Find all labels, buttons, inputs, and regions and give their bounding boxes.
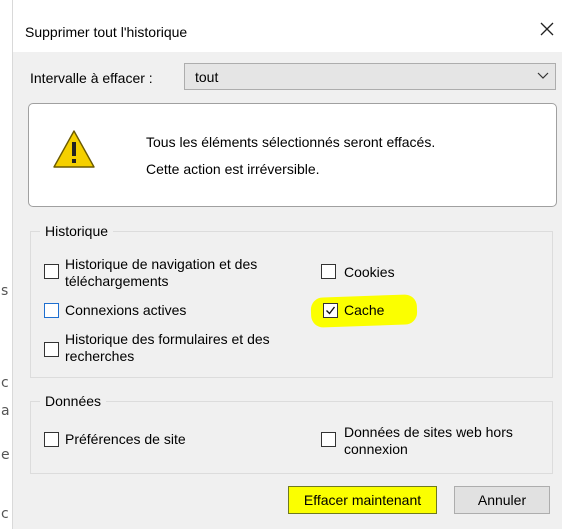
background-window-edge: s c a e c — [0, 0, 13, 529]
dialog-titlebar: Supprimer tout l'historique — [13, 0, 562, 52]
form-history-checkbox[interactable] — [44, 342, 59, 357]
offline-website-data-checkbox[interactable] — [321, 432, 336, 447]
offline-website-data-label[interactable]: Données de sites web hors connexion — [344, 424, 513, 458]
cookies-label[interactable]: Cookies — [344, 264, 395, 281]
interval-select[interactable]: tout — [184, 63, 556, 90]
background-glyph: c — [1, 506, 9, 522]
checkmark-icon — [326, 306, 336, 315]
warning-text-line2: Cette action est irréversible. — [146, 161, 320, 177]
cancel-button[interactable]: Annuler — [454, 486, 550, 514]
active-connections-label[interactable]: Connexions actives — [65, 302, 186, 319]
background-glyph: a — [1, 403, 10, 419]
form-history-label[interactable]: Historique des formulaires et des recher… — [65, 331, 270, 365]
form-history-label-line1: Historique des formulaires et des — [65, 331, 270, 347]
browsing-history-label-line2: téléchargements — [65, 273, 169, 289]
background-glyph: s — [1, 283, 9, 299]
background-glyph: c — [1, 375, 9, 391]
dialog-title: Supprimer tout l'historique — [25, 24, 188, 40]
close-icon — [540, 22, 554, 36]
clear-history-dialog: Supprimer tout l'historique Intervalle à… — [13, 0, 562, 529]
historique-legend: Historique — [40, 223, 114, 239]
close-button[interactable] — [532, 14, 562, 44]
donnees-legend: Données — [40, 393, 107, 409]
cookies-checkbox[interactable] — [321, 264, 336, 279]
clear-now-button[interactable]: Effacer maintenant — [288, 486, 437, 514]
warning-icon — [53, 130, 95, 168]
cache-checkbox[interactable] — [323, 303, 338, 318]
site-preferences-label[interactable]: Préférences de site — [65, 431, 186, 448]
browsing-history-checkbox[interactable] — [44, 264, 59, 279]
interval-select-value: tout — [195, 69, 219, 85]
browsing-history-label-line1: Historique de navigation et des — [65, 256, 258, 272]
offline-website-data-label-line2: connexion — [344, 441, 408, 457]
site-preferences-checkbox[interactable] — [44, 432, 59, 447]
offline-website-data-label-line1: Données de sites web hors — [344, 424, 513, 440]
chevron-down-icon — [537, 72, 549, 79]
background-glyph: e — [1, 447, 10, 463]
warning-panel: Tous les éléments sélectionnés seront ef… — [28, 103, 557, 207]
form-history-label-line2: recherches — [65, 348, 135, 364]
cache-label[interactable]: Cache — [344, 302, 384, 319]
interval-label: Intervalle à effacer : — [30, 70, 153, 86]
browsing-history-label[interactable]: Historique de navigation et des téléchar… — [65, 256, 257, 290]
warning-text-line1: Tous les éléments sélectionnés seront ef… — [146, 134, 436, 150]
active-connections-checkbox[interactable] — [44, 303, 59, 318]
